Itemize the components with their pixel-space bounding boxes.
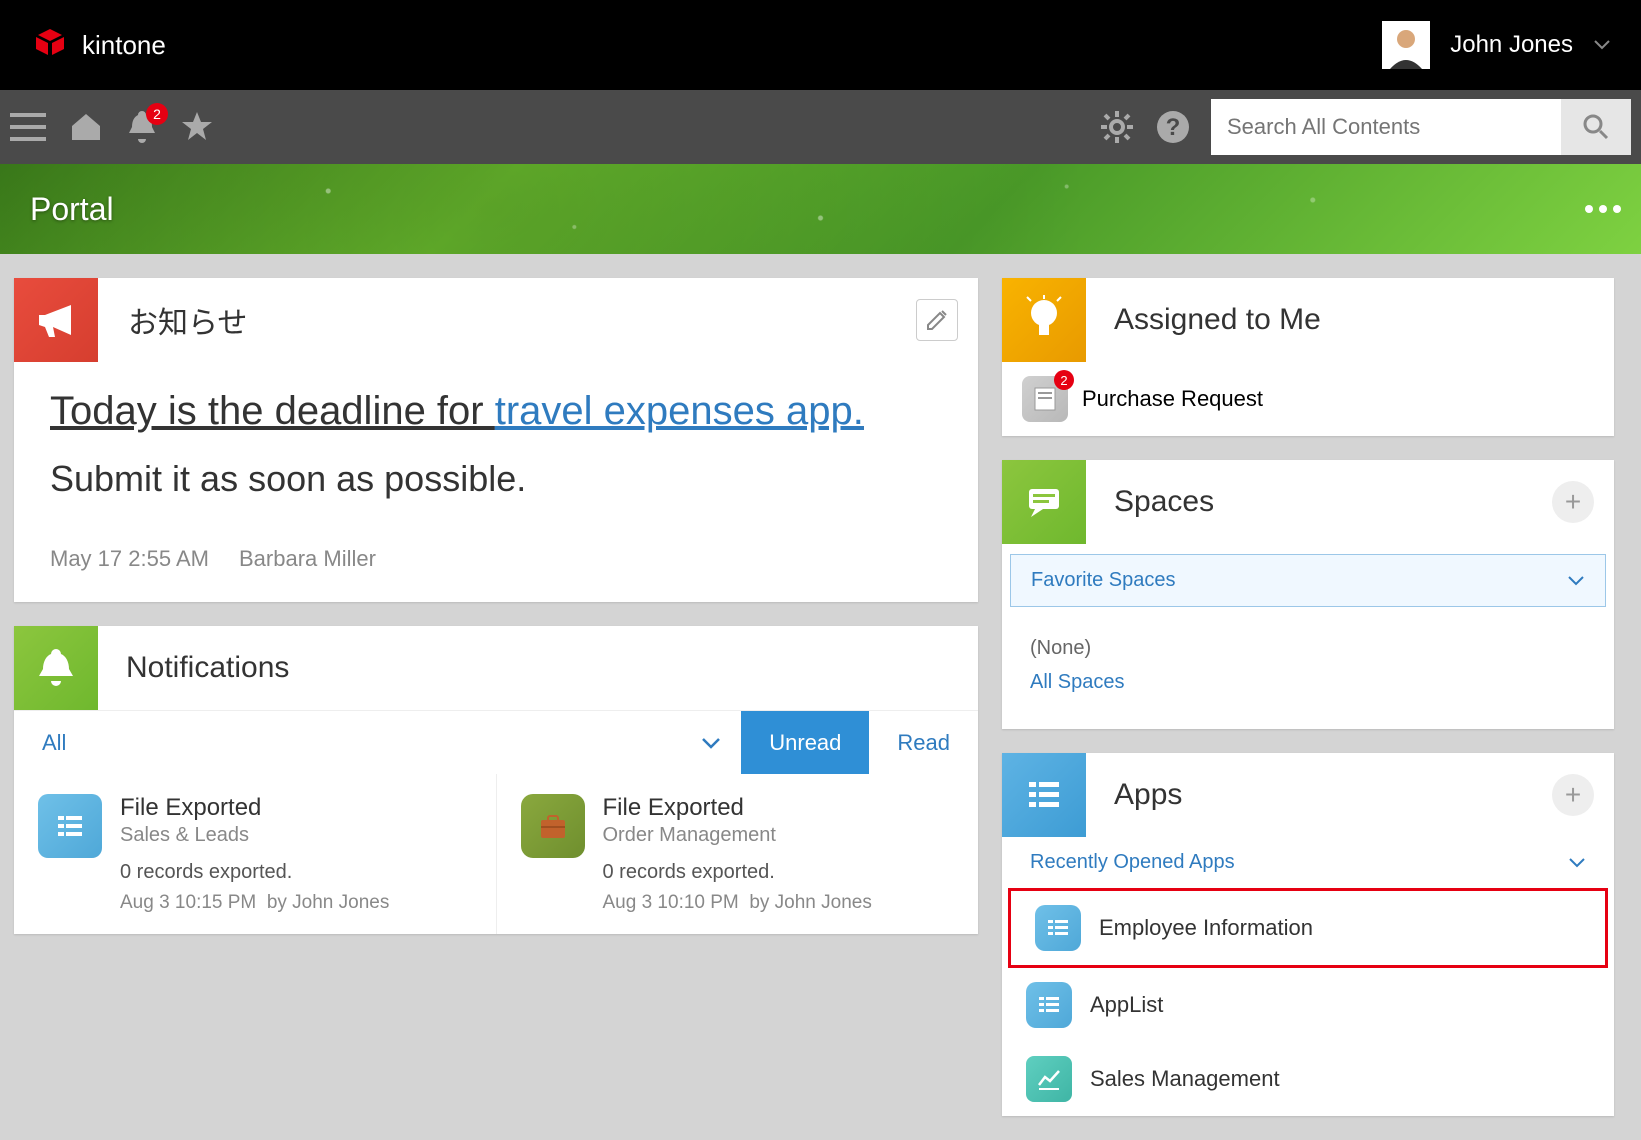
search-button[interactable]	[1561, 99, 1631, 155]
portal-banner: Portal	[0, 164, 1641, 254]
chevron-down-icon	[1568, 857, 1586, 869]
announcement-date: May 17 2:55 AM	[50, 546, 209, 572]
notif-msg: 0 records exported.	[603, 861, 872, 884]
chevron-down-icon	[1567, 575, 1585, 587]
add-space-button[interactable]: +	[1552, 481, 1594, 523]
search-icon	[1582, 113, 1610, 141]
app-item-applist[interactable]: AppList	[1002, 968, 1614, 1042]
toolbar: 2 ?	[0, 90, 1641, 164]
assigned-header: Assigned to Me	[1086, 303, 1321, 337]
announcement-subtext: Submit it as soon as possible.	[50, 458, 942, 500]
assigned-item[interactable]: 2 Purchase Request	[1002, 362, 1614, 436]
pencil-icon	[925, 308, 949, 332]
assigned-panel: Assigned to Me 2 Purchase Request	[1002, 278, 1614, 436]
announcement-headline: Today is the deadline for travel expense…	[50, 382, 942, 440]
announcement-header: お知らせ	[98, 298, 247, 342]
notifications-panel: Notifications All Unread Read File Expor…	[14, 626, 978, 934]
tab-all[interactable]: All	[14, 711, 94, 774]
spaces-filter-label: Favorite Spaces	[1031, 569, 1176, 592]
edit-button[interactable]	[916, 299, 958, 341]
tab-read[interactable]: Read	[869, 711, 978, 774]
lightbulb-icon	[1002, 278, 1086, 362]
notif-app: Order Management	[603, 824, 872, 847]
chevron-down-icon[interactable]	[701, 736, 721, 750]
app-item-sales-management[interactable]: Sales Management	[1002, 1042, 1614, 1116]
topbar: kintone John Jones	[0, 0, 1641, 90]
form-icon: 2	[1022, 376, 1068, 422]
app-icon	[38, 794, 102, 858]
page-title: Portal	[30, 191, 114, 228]
user-name: John Jones	[1450, 31, 1573, 59]
logo-icon	[30, 25, 70, 65]
notifications-header: Notifications	[98, 651, 289, 685]
user-menu[interactable]: John Jones	[1382, 21, 1611, 69]
chevron-down-icon	[1593, 39, 1611, 51]
menu-icon[interactable]	[10, 113, 46, 141]
spaces-filter[interactable]: Favorite Spaces	[1010, 554, 1606, 607]
svg-text:?: ?	[1166, 114, 1181, 141]
brand-name: kintone	[82, 30, 166, 61]
spaces-header: Spaces	[1086, 485, 1214, 519]
app-label: AppList	[1090, 992, 1163, 1018]
bell-tile-icon	[14, 626, 98, 710]
avatar	[1382, 21, 1430, 69]
all-spaces-link[interactable]: All Spaces	[1030, 665, 1586, 699]
spaces-none: (None)	[1030, 631, 1586, 665]
briefcase-icon	[521, 794, 585, 858]
notif-date: Aug 3 10:10 PM	[603, 892, 739, 913]
search-box	[1211, 99, 1631, 155]
notif-msg: 0 records exported.	[120, 861, 389, 884]
gear-icon[interactable]	[1099, 109, 1135, 145]
notif-by: by John Jones	[267, 892, 390, 913]
notif-title: File Exported	[603, 794, 872, 822]
apps-header: Apps	[1086, 778, 1182, 812]
notification-item[interactable]: File Exported Order Management 0 records…	[497, 774, 979, 934]
notifications-button[interactable]: 2	[126, 109, 158, 145]
notification-item[interactable]: File Exported Sales & Leads 0 records ex…	[14, 774, 497, 934]
notif-by: by John Jones	[749, 892, 872, 913]
notif-title: File Exported	[120, 794, 389, 822]
apps-panel: Apps + Recently Opened Apps Employee Inf…	[1002, 753, 1614, 1116]
brand[interactable]: kintone	[30, 25, 166, 65]
chart-icon	[1026, 1056, 1072, 1102]
announcement-author: Barbara Miller	[239, 546, 376, 572]
apps-filter[interactable]: Recently Opened Apps	[1002, 837, 1614, 888]
more-button[interactable]	[1585, 205, 1621, 213]
speech-icon	[1002, 460, 1086, 544]
search-input[interactable]	[1211, 114, 1561, 140]
home-icon[interactable]	[68, 110, 104, 144]
app-label: Sales Management	[1090, 1066, 1280, 1092]
app-icon	[1035, 905, 1081, 951]
megaphone-icon	[14, 278, 98, 362]
main: お知らせ Today is the deadline for travel ex…	[0, 254, 1641, 1140]
app-label: Employee Information	[1099, 915, 1313, 941]
notif-badge: 2	[146, 103, 168, 125]
announcement-link[interactable]: travel expenses app.	[495, 389, 864, 433]
notif-app: Sales & Leads	[120, 824, 389, 847]
add-app-button[interactable]: +	[1552, 774, 1594, 816]
assigned-label: Purchase Request	[1082, 386, 1263, 412]
tab-unread[interactable]: Unread	[741, 711, 869, 774]
help-icon[interactable]: ?	[1155, 109, 1191, 145]
app-icon	[1026, 982, 1072, 1028]
apps-filter-label: Recently Opened Apps	[1030, 851, 1235, 874]
app-item-employee-info[interactable]: Employee Information	[1008, 888, 1608, 968]
list-icon	[1002, 753, 1086, 837]
star-icon[interactable]	[180, 110, 214, 144]
notif-date: Aug 3 10:15 PM	[120, 892, 256, 913]
announcement-panel: お知らせ Today is the deadline for travel ex…	[14, 278, 978, 602]
assigned-badge: 2	[1054, 370, 1074, 390]
headline-text: Today is the deadline for	[50, 389, 495, 433]
spaces-panel: Spaces + Favorite Spaces (None) All Spac…	[1002, 460, 1614, 729]
